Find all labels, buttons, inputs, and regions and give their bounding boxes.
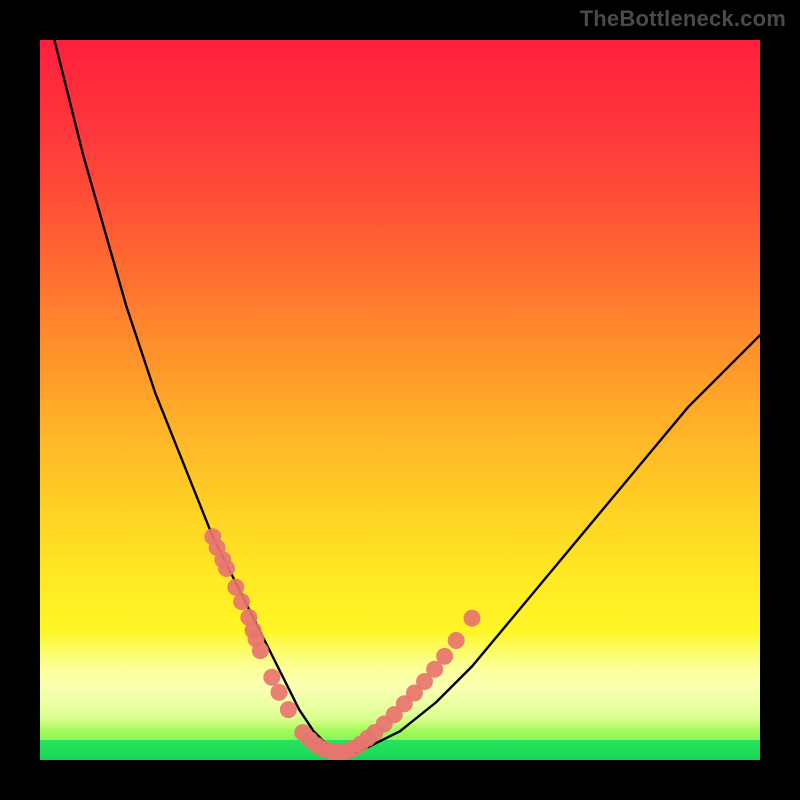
branding-watermark: TheBottleneck.com: [580, 6, 786, 32]
data-point: [233, 593, 250, 610]
bottleneck-curve: [54, 40, 760, 753]
chart-frame: TheBottleneck.com: [0, 0, 800, 800]
data-point: [252, 642, 269, 659]
data-point: [448, 632, 465, 649]
chart-svg: [40, 40, 760, 760]
data-point: [218, 560, 235, 577]
data-point: [271, 684, 288, 701]
plot-area: [40, 40, 760, 760]
data-point: [436, 648, 453, 665]
data-point: [263, 669, 280, 686]
data-points: [204, 528, 480, 760]
data-point: [464, 610, 481, 627]
data-point: [280, 701, 297, 718]
